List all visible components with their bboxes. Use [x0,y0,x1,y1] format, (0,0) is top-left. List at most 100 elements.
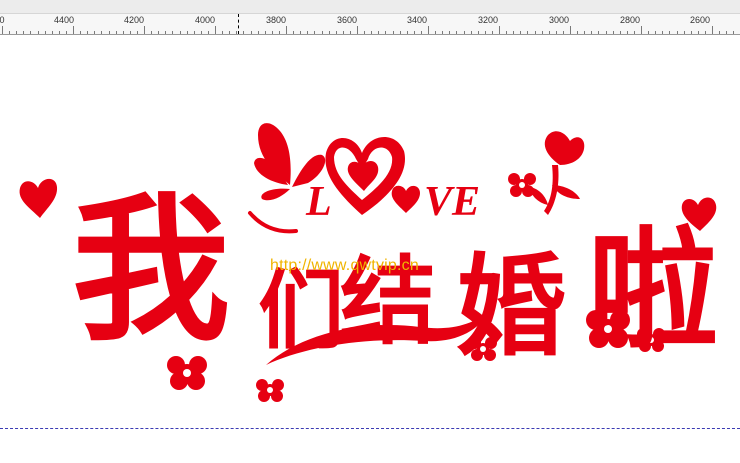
ruler-tick [726,31,728,34]
ruler-tick [619,31,621,34]
ruler-tick [207,31,209,34]
ruler-tick [591,31,593,34]
ruler-tick [51,31,53,34]
ruler-tick [456,31,458,34]
ruler-tick [470,31,472,34]
ruler-tick [186,31,188,34]
ruler-tick [30,31,32,34]
ruler-tick [598,31,600,34]
ruler-tick [570,26,571,34]
ruler-tick [2,26,3,34]
ruler-tick [719,31,721,34]
main-title-part5: 啦 [588,214,718,366]
ruler-tick [165,31,167,34]
ruler-tick [399,31,401,34]
ruler-tick [442,31,444,34]
ruler-tick [655,31,657,34]
ruler-tick [357,26,358,34]
ruler-tick [144,26,145,34]
ruler-tick [108,31,110,34]
ruler-tick [200,31,202,34]
ruler-tick [491,31,493,34]
rose-icon [544,131,585,165]
window-top-strip [0,0,740,14]
ruler-tick [577,31,579,34]
document-canvas[interactable]: 我 们 结 婚 啦 L VE http://www.qwtvip.cn [0,35,740,463]
ruler-tick [193,31,195,34]
ruler-tick [704,31,706,34]
ruler-tick [392,31,394,34]
ruler-tick [293,31,295,34]
watermark-url: http://www.qwtvip.cn [270,257,419,274]
main-title-part4: 婚 [456,243,566,371]
ruler-tick [690,31,692,34]
ruler-tick [648,31,650,34]
ruler-tick [129,31,131,34]
ruler-tick [449,31,451,34]
ruler-tick [697,31,699,34]
ruler-tick [307,31,309,34]
ruler-tick [342,31,344,34]
ruler-label: 2600 [689,15,711,25]
ruler-label: 4200 [123,15,145,25]
ruler-tick [136,31,138,34]
ruler-tick [520,31,522,34]
ruler-tick [158,31,160,34]
ruler-tick [229,31,231,34]
ruler-tick [23,31,25,34]
ruler-label: 2800 [619,15,641,25]
ruler-tick [555,31,557,34]
ruler-tick [428,26,429,34]
ruler-label: 3200 [477,15,499,25]
ruler-tick [37,31,39,34]
main-title-part2: 们 [258,261,344,361]
ruler-tick [250,31,252,34]
ruler-tick [541,31,543,34]
ruler-tick [73,26,74,34]
ruler-tick [172,31,174,34]
ruler-tick [9,31,11,34]
ruler-tick [321,31,323,34]
ruler-tick [733,31,735,34]
wedding-artwork[interactable]: 我 们 结 婚 啦 L VE [0,35,740,463]
ruler-label: 3400 [406,15,428,25]
ruler-tick [44,31,46,34]
ruler-tick [300,31,302,34]
ruler-tick [548,31,550,34]
ruler-tick [58,31,60,34]
ruler-tick [371,31,373,34]
ruler-tick [179,31,181,34]
ruler-tick [222,31,224,34]
ruler-tick [484,31,486,34]
ruler-tick [278,31,280,34]
ruler-tick [683,31,685,34]
ruler-tick [115,31,117,34]
ruler-tick [80,31,82,34]
ruler-tick [612,31,614,34]
ruler-tick [215,26,216,34]
ruler-tick [413,31,415,34]
ruler-tick [477,31,479,34]
ruler-tick [65,31,67,34]
ruler-tick [314,31,316,34]
ruler-tick [101,31,103,34]
ruler-label: 3800 [265,15,287,25]
love-letters-ve: VE [424,179,480,225]
ruler-tick [385,31,387,34]
ruler-tick [335,31,337,34]
ruler-tick [286,26,287,34]
ruler-tick [87,31,89,34]
ruler-tick [328,31,330,34]
ruler-tick [669,31,671,34]
ruler-tick [584,31,586,34]
flower-icon [256,379,284,402]
ruler-tick [605,31,607,34]
horizontal-ruler[interactable]: 0 4400 4200 4000 3800 3600 3400 3200 300… [0,14,740,35]
love-letter-l: L [305,179,332,225]
ruler-tick [420,31,422,34]
heart-icon [19,178,58,218]
ruler-tick [562,31,564,34]
ruler-tick [264,31,266,34]
ruler-tick [406,31,408,34]
ruler-tick [626,31,628,34]
